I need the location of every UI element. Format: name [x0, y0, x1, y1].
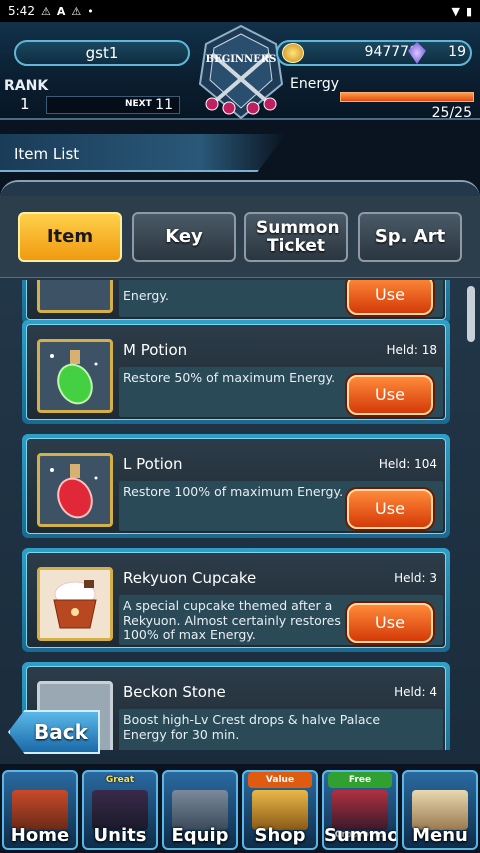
energy-bar	[340, 92, 474, 102]
use-button[interactable]: Use	[347, 280, 433, 315]
bottom-nav: Home Great Success Rate UP Units Equip V…	[0, 764, 480, 853]
tab-summon-ticket-label: Summon Ticket	[256, 218, 340, 256]
nav-menu[interactable]: Menu	[402, 770, 478, 850]
book-icon	[412, 790, 468, 830]
player-name[interactable]: gst1	[14, 40, 190, 66]
next-value: 11	[155, 97, 173, 113]
item-description: Restore 100% of maximum Energy.	[123, 484, 344, 499]
held-count: Held: 104	[378, 457, 437, 471]
nav-summon[interactable]: Free Summon Crossover Summon	[322, 770, 398, 850]
next-label: NEXT	[125, 99, 152, 109]
list-item: M Potion Held: 18 Restore 50% of maximum…	[22, 320, 450, 424]
beginners-emblem[interactable]: BEGINNERS	[196, 24, 286, 120]
rank-value: 1	[20, 95, 30, 113]
sword-icon	[172, 790, 228, 830]
energy-value: 25/25	[431, 105, 472, 121]
nav-shop-label: Shop	[254, 825, 306, 846]
nav-units[interactable]: Great Success Rate UP Units	[82, 770, 158, 850]
units-badge: Great Success Rate UP	[100, 775, 140, 817]
use-button[interactable]: Use	[347, 603, 433, 643]
summon-badge: Free Summon	[328, 772, 392, 801]
item-description: Restore 50% of maximum Energy.	[123, 370, 336, 385]
nav-menu-label: Menu	[412, 825, 468, 846]
nav-summon-label: Summon	[324, 825, 396, 846]
clock: 5:42	[8, 4, 35, 18]
dot-icon: •	[87, 4, 94, 18]
item-description: Energy.	[123, 288, 169, 303]
nav-units-label: Units	[93, 825, 147, 846]
item-name: M Potion	[123, 341, 188, 359]
wifi-icon: ▼	[451, 4, 460, 18]
nav-equip-label: Equip	[171, 825, 229, 846]
cupcake-icon	[37, 567, 113, 641]
red-potion-icon	[37, 453, 113, 527]
page-title: Item List	[14, 145, 80, 163]
list-item: L Potion Held: 104 Restore 100% of maxim…	[22, 434, 450, 538]
unit-character-icon	[92, 790, 148, 830]
nav-equip[interactable]: Equip	[162, 770, 238, 850]
summon-character-icon	[332, 790, 388, 830]
scrollbar-thumb[interactable]	[467, 286, 475, 342]
potion-icon	[37, 280, 113, 313]
use-button[interactable]: Use	[347, 489, 433, 529]
house-icon	[12, 790, 68, 830]
status-bar: 5:42 ⚠ A ⚠ • ▼ ▮	[0, 0, 480, 22]
rank-label: RANK	[4, 78, 49, 94]
battery-icon: ▮	[465, 4, 472, 18]
held-count: Held: 3	[394, 571, 437, 585]
emblem-text: BEGINNERS	[206, 54, 277, 65]
tab-bar: Item Key Summon Ticket Sp. Art	[0, 196, 480, 278]
list-item: Rekyuon Cupcake Held: 3 A special cupcak…	[22, 548, 450, 652]
green-potion-icon	[37, 339, 113, 413]
back-button[interactable]: Back	[8, 710, 100, 754]
player-header: gst1 BEGINNERS 947770 19 RANK 1 NEXT 11 …	[0, 22, 480, 121]
item-description: Boost high-Lv Crest drops & halve Palace…	[123, 712, 381, 742]
exp-bar: NEXT 11	[46, 96, 180, 114]
shop-badge: Value Bundle	[248, 772, 312, 801]
use-button[interactable]: Use	[347, 375, 433, 415]
energy-fill	[341, 93, 473, 101]
energy-label: Energy	[290, 76, 340, 92]
item-name: Rekyuon Cupcake	[123, 569, 257, 587]
coin-icon	[282, 43, 304, 63]
a-icon: A	[56, 4, 66, 18]
item-description: A special cupcake themed after a Rekyuon…	[123, 598, 341, 642]
item-name: L Potion	[123, 455, 183, 473]
warning-icon: ⚠	[71, 4, 82, 18]
tab-key[interactable]: Key	[132, 212, 236, 262]
list-item: Energy. Use	[22, 280, 450, 324]
item-name: Beckon Stone	[123, 683, 226, 701]
treasure-chest-icon	[252, 790, 308, 830]
held-count: Held: 18	[386, 343, 437, 357]
warning-icon: ⚠	[40, 4, 51, 18]
nav-home[interactable]: Home	[2, 770, 78, 850]
gem-count: 19	[448, 44, 466, 60]
item-list[interactable]: Energy. Use M Potion Held: 18 Restore 50…	[0, 280, 480, 750]
nav-home-label: Home	[10, 825, 70, 846]
tab-sp-art[interactable]: Sp. Art	[358, 212, 462, 262]
currency-box: 947770 19	[276, 40, 472, 66]
tab-item[interactable]: Item	[18, 212, 122, 262]
tab-summon-ticket[interactable]: Summon Ticket	[244, 212, 348, 262]
nav-shop[interactable]: Value Bundle Shop	[242, 770, 318, 850]
held-count: Held: 4	[394, 685, 437, 699]
coin-count: 947770	[364, 44, 418, 60]
